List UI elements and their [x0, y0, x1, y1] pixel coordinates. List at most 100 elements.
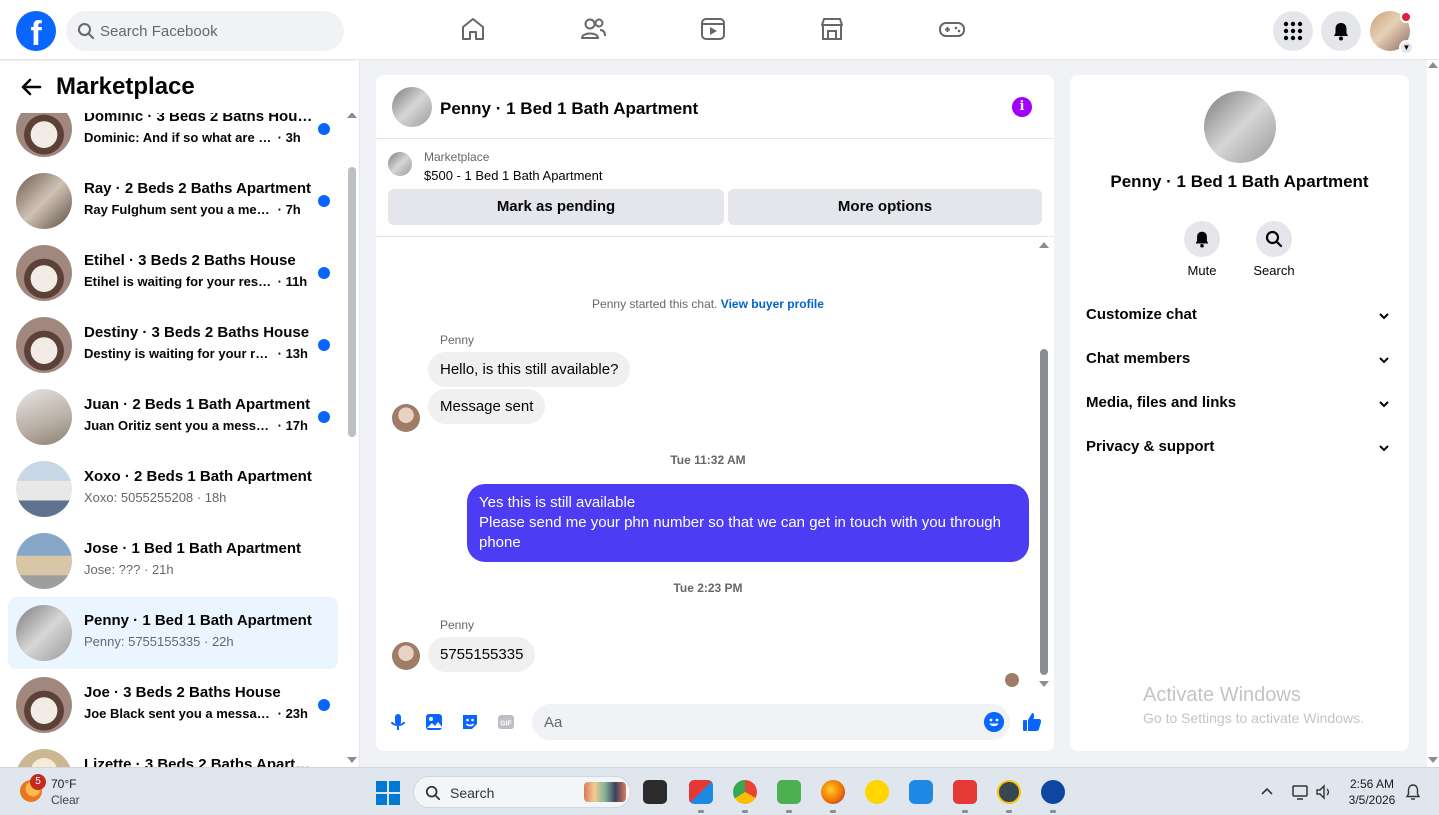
listing-summary[interactable]: $500 - 1 Bed 1 Bath Apartment [424, 168, 603, 183]
customize-chat-section[interactable]: Customize chat [1070, 294, 1409, 338]
facebook-search[interactable] [66, 11, 344, 51]
notifications-bell-icon [1334, 23, 1348, 41]
windows-start-icon[interactable] [376, 781, 400, 805]
gif-icon[interactable]: GIF [496, 712, 516, 732]
conversation-item[interactable]: Jose · 1 Bed 1 Bath Apartment Jose: ??? … [8, 525, 338, 597]
facebook-search-input[interactable] [100, 11, 330, 51]
bell-icon [1195, 231, 1209, 248]
conversation-item[interactable]: Etihel · 3 Beds 2 Baths House Etihel is … [8, 237, 338, 309]
chat-title[interactable]: Penny · 1 Bed 1 Bath Apartment [440, 99, 698, 119]
system-text: Penny started this chat. [592, 297, 718, 311]
listing-thumbnail [16, 533, 72, 589]
conversation-item[interactable]: Juan · 2 Beds 1 Bath Apartment Juan Orit… [8, 381, 338, 453]
conversation-item[interactable]: Xoxo · 2 Beds 1 Bath Apartment Xoxo: 505… [8, 453, 338, 525]
section-label: Customize chat [1086, 306, 1197, 323]
conversation-item[interactable]: Joe · 3 Beds 2 Baths House Joe Black sen… [8, 669, 338, 741]
incoming-message: Hello, is this still available? [428, 352, 631, 387]
stacked-app-icon[interactable] [953, 780, 977, 804]
calendar-app-icon[interactable] [1041, 780, 1065, 804]
system-clock[interactable]: 2:56 AM 3/5/2026 [1340, 776, 1404, 808]
conversation-time: 17h [285, 418, 308, 433]
photo-icon[interactable] [424, 712, 444, 732]
mute-button[interactable]: Mute [1172, 221, 1232, 278]
page-scrollbar[interactable] [1427, 60, 1439, 767]
sticker-icon[interactable] [460, 712, 480, 732]
message-thread: Penny started this chat. View buyer prof… [376, 238, 1054, 698]
xnview-icon[interactable] [997, 780, 1021, 804]
scroll-up-arrow-icon[interactable] [1428, 62, 1438, 68]
scroll-down-arrow-icon[interactable] [1039, 681, 1049, 687]
like-thumbs-up-icon[interactable] [1021, 711, 1043, 733]
message-input[interactable] [544, 704, 964, 740]
app-running-indicator [830, 810, 836, 813]
facebook-logo[interactable]: f [16, 11, 56, 51]
chat-avatar[interactable] [392, 87, 432, 127]
taskbar-search[interactable]: Search [413, 776, 631, 808]
notification-center-icon[interactable] [1405, 783, 1421, 801]
chat-scroll-thumb[interactable] [1040, 349, 1048, 675]
outgoing-line: Please send me your phn number so that w… [479, 514, 1001, 551]
privacy-support-section[interactable]: Privacy & support [1070, 426, 1409, 470]
conversation-item-active[interactable]: Penny · 1 Bed 1 Bath Apartment Penny: 57… [8, 597, 338, 669]
conversation-time: 3h [285, 130, 301, 145]
unread-dot [318, 195, 330, 207]
listing-avatar[interactable] [1204, 91, 1276, 163]
conversation-time: 23h [285, 706, 308, 721]
home-icon[interactable] [458, 14, 488, 44]
firefox-icon[interactable] [821, 780, 845, 804]
top-navigation-bar: f ▼ [0, 0, 1439, 60]
listing-thumbnail [16, 389, 72, 445]
menu-grid-button[interactable] [1273, 11, 1313, 51]
marketplace-icon[interactable] [817, 14, 847, 44]
chat-details-panel: Penny · 1 Bed 1 Bath Apartment Mute Sear… [1070, 75, 1409, 751]
emoji-icon[interactable] [984, 712, 1004, 732]
microphone-icon[interactable] [388, 712, 408, 732]
task-view-icon[interactable] [643, 780, 667, 804]
search-in-chat-button[interactable]: Search [1244, 221, 1304, 278]
listing-thumbnail[interactable] [388, 152, 412, 176]
back-arrow-icon[interactable] [20, 77, 42, 97]
signal-app-icon[interactable] [909, 780, 933, 804]
snipping-tool-icon[interactable] [689, 780, 713, 804]
weather-condition[interactable]: Clear [51, 793, 80, 807]
chat-members-section[interactable]: Chat members [1070, 338, 1409, 382]
view-buyer-profile-link[interactable]: View buyer profile [721, 297, 824, 311]
friends-icon[interactable] [578, 14, 608, 44]
notifications-button[interactable] [1321, 11, 1361, 51]
unread-dot [318, 267, 330, 279]
scroll-down-arrow-icon[interactable] [347, 757, 357, 763]
scroll-down-arrow-icon[interactable] [1428, 757, 1438, 763]
conversation-preview: Juan Oritiz sent you a message... [84, 418, 274, 433]
message-input-box[interactable] [532, 704, 1010, 740]
unread-dot [318, 123, 330, 135]
volume-icon[interactable] [1315, 783, 1333, 801]
video-icon[interactable] [698, 14, 728, 44]
sidebar-scroll-thumb[interactable] [348, 167, 356, 437]
network-icon[interactable] [1291, 783, 1309, 801]
chevron-down-icon [1379, 401, 1389, 408]
conversation-item[interactable]: Ray · 2 Beds 2 Baths Apartment Ray Fulgh… [8, 165, 338, 237]
messaging-app-icon[interactable] [865, 780, 889, 804]
app-running-indicator [786, 810, 792, 813]
sender-avatar[interactable] [392, 404, 420, 432]
sender-avatar[interactable] [392, 642, 420, 670]
more-options-button[interactable]: More options [728, 189, 1042, 225]
gaming-icon[interactable] [937, 14, 967, 44]
weather-temperature[interactable]: 70°F [51, 777, 76, 791]
chat-header: Penny · 1 Bed 1 Bath Apartment i [376, 75, 1054, 139]
conversation-item[interactable]: Lizette · 3 Beds 2 Baths Apartme... [8, 741, 338, 767]
unread-dot [318, 339, 330, 351]
conversation-time: 13h [285, 346, 308, 361]
conversation-item[interactable]: Destiny · 3 Beds 2 Baths House Destiny i… [8, 309, 338, 381]
editor-app-icon[interactable] [777, 780, 801, 804]
chevron-up-icon[interactable] [1261, 786, 1273, 796]
conversation-time: 22h [211, 634, 234, 649]
chrome-icon[interactable] [733, 780, 757, 804]
account-avatar[interactable]: ▼ [1370, 11, 1414, 55]
info-icon[interactable]: i [1012, 97, 1032, 117]
media-files-links-section[interactable]: Media, files and links [1070, 382, 1409, 426]
listing-thumbnail [16, 461, 72, 517]
mark-as-pending-button[interactable]: Mark as pending [388, 189, 724, 225]
conversation-preview: Penny: 5755155335 [84, 634, 201, 649]
scroll-up-arrow-icon[interactable] [1039, 242, 1049, 248]
